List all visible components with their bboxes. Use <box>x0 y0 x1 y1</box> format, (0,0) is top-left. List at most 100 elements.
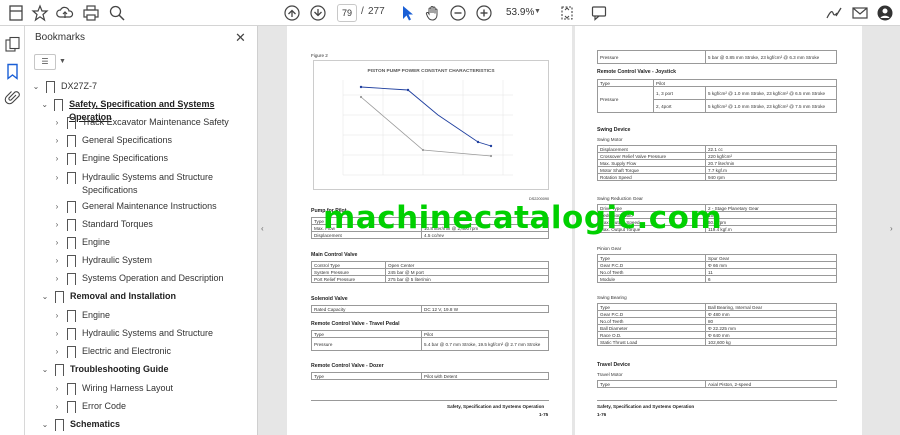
bookmark-icon <box>55 364 64 380</box>
bookmark-icon <box>54 99 64 115</box>
bookmark-icon <box>67 237 76 253</box>
section-heading: Solenoid Valve <box>311 296 348 302</box>
zoom-level[interactable]: 53.9% <box>506 5 534 21</box>
bookmark-icon <box>67 328 76 344</box>
close-icon[interactable]: ✕ <box>235 30 246 46</box>
chevron-right-icon[interactable]: › <box>52 173 62 182</box>
fit-page-icon[interactable] <box>557 3 577 23</box>
chevron-right-icon[interactable]: › <box>52 329 62 338</box>
bookmark-item[interactable]: › Engine <box>52 309 110 327</box>
bookmark-item[interactable]: › Error Code <box>52 400 126 418</box>
watermark-text: machinecatalogic.com <box>323 200 723 236</box>
next-page-icon[interactable] <box>308 3 328 23</box>
bookmarks-title: Bookmarks <box>35 32 86 43</box>
bookmark-item[interactable]: › Hydraulic System <box>52 254 152 272</box>
footer-rule <box>311 400 549 401</box>
bookmark-item[interactable]: › Engine <box>52 236 110 254</box>
bookmark-item[interactable]: › Track Excavator Maintenance Safety <box>52 116 229 134</box>
bookmark-item[interactable]: ⌄ Safety, Specification and Systems Opera… <box>40 98 249 122</box>
footer-rule <box>597 400 837 401</box>
page-number-input[interactable]: 79 <box>337 4 357 22</box>
zoom-out-icon[interactable] <box>448 3 468 23</box>
rc-travel-table: Type Pilot Pressure 5.4 bar @ 0.7 mm Strok… <box>311 330 549 351</box>
bookmark-star-icon[interactable] <box>30 3 50 23</box>
chevron-right-icon[interactable]: › <box>52 256 62 265</box>
chevron-down-icon[interactable]: ⌄ <box>40 100 49 109</box>
section-heading: Swing Device <box>597 127 631 133</box>
chevron-right-icon[interactable]: › <box>52 311 62 320</box>
top-pressure-table: Pressure 5 bar @ 0.85 mm Stroke, 23 kgf/c… <box>597 50 837 64</box>
chevron-left-icon[interactable]: ‹ <box>261 224 264 233</box>
zoom-dropdown-icon[interactable]: ▼ <box>534 8 541 15</box>
bookmark-item[interactable]: › General Specifications <box>52 134 172 152</box>
bookmark-icon <box>67 310 76 326</box>
section-heading: Remote Control Valve - Travel Pedal <box>311 321 400 327</box>
bookmark-icon <box>55 291 64 307</box>
bookmark-item[interactable]: › Hydraulic Systems and Structure Specific… <box>52 171 213 197</box>
chevron-right-icon[interactable]: › <box>52 118 62 127</box>
bookmark-icon <box>67 383 76 399</box>
email-icon[interactable] <box>850 3 870 23</box>
home-icon[interactable] <box>6 3 26 23</box>
hand-tool-icon[interactable] <box>423 3 443 23</box>
bookmark-item[interactable]: › Wiring Harness Layout <box>52 382 173 400</box>
swing-motor-table: Displacement 22.1 cc Crossover Relief Val… <box>597 145 837 181</box>
previous-page-icon[interactable] <box>282 3 302 23</box>
subsection-label: Swing Bearing <box>597 295 627 300</box>
page-total: 277 <box>368 6 385 17</box>
chevron-down-icon[interactable]: ⌄ <box>40 420 50 429</box>
account-icon[interactable] <box>875 3 895 23</box>
print-icon[interactable] <box>81 3 101 23</box>
bookmarks-panel: Bookmarks ✕ ☰ ▼ ⌄ DX27Z-7 ⌄ Safety, Specif… <box>25 26 277 435</box>
bookmark-item[interactable]: › Standard Torques <box>52 218 153 236</box>
bookmark-options-button[interactable]: ☰ <box>34 54 56 70</box>
subsection-label: Travel Motor <box>597 372 623 377</box>
bookmark-icon <box>67 117 76 133</box>
zoom-in-icon[interactable] <box>474 3 494 23</box>
search-icon[interactable] <box>107 3 127 23</box>
bookmark-icon <box>67 201 76 217</box>
page-thumbnails-icon[interactable] <box>4 36 21 53</box>
chevron-right-icon[interactable]: › <box>52 220 62 229</box>
chevron-right-icon[interactable]: › <box>52 136 62 145</box>
chevron-right-icon[interactable]: › <box>52 154 62 163</box>
footer-page: 1-76 <box>597 412 607 417</box>
comment-icon[interactable] <box>589 3 609 23</box>
bookmark-item[interactable]: ⌄ Schematics <box>40 418 120 435</box>
bookmark-item[interactable]: › General Maintenance Instructions <box>52 200 217 218</box>
bookmark-icon <box>67 346 76 362</box>
bookmark-item[interactable]: ⌄ DX27Z-7 <box>31 80 97 98</box>
bookmark-item[interactable]: ⌄ Troubleshooting Guide <box>40 363 169 381</box>
chevron-right-icon[interactable]: › <box>52 402 62 411</box>
bookmark-icon <box>67 172 76 188</box>
chevron-down-icon[interactable]: ⌄ <box>31 82 41 91</box>
chevron-right-icon[interactable]: › <box>52 274 62 283</box>
pinion-table: Type Spur Gear Gear P.C.D Φ 66 mm No.of Te… <box>597 254 837 283</box>
select-cursor-icon[interactable] <box>397 3 417 23</box>
chevron-right-icon[interactable]: › <box>890 224 893 233</box>
chevron-right-icon[interactable]: › <box>52 202 62 211</box>
bookmark-item[interactable]: › Electric and Electronic <box>52 345 171 363</box>
bookmark-item[interactable]: › Systems Operation and Description <box>52 272 224 290</box>
bookmark-icon <box>46 81 55 97</box>
bookmark-icon <box>67 401 76 417</box>
cloud-upload-icon[interactable] <box>55 3 75 23</box>
chevron-down-icon[interactable]: ⌄ <box>40 292 50 301</box>
bookmarks-panel-icon[interactable] <box>4 63 21 80</box>
bookmark-item[interactable]: › Engine Specifications <box>52 152 168 170</box>
chevron-right-icon[interactable]: › <box>52 238 62 247</box>
section-heading: Remote Control Valve - Joystick <box>597 69 676 75</box>
chevron-down-icon[interactable]: ▼ <box>59 58 66 65</box>
bookmark-item[interactable]: › Hydraulic Systems and Structure <box>52 327 213 345</box>
chevron-down-icon[interactable]: ⌄ <box>40 365 50 374</box>
sign-icon[interactable] <box>824 3 844 23</box>
chevron-right-icon[interactable]: › <box>52 384 62 393</box>
bookmark-icon <box>55 419 64 435</box>
attachments-icon[interactable] <box>4 89 21 106</box>
section-heading: Travel Device <box>597 362 631 368</box>
bookmark-icon <box>67 255 76 271</box>
bookmark-item[interactable]: ⌄ Removal and Installation <box>40 290 176 308</box>
rc-dozer-table: Type Pilot with Detent <box>311 372 549 380</box>
chevron-right-icon[interactable]: › <box>52 347 62 356</box>
navigation-pane-strip <box>0 26 25 435</box>
